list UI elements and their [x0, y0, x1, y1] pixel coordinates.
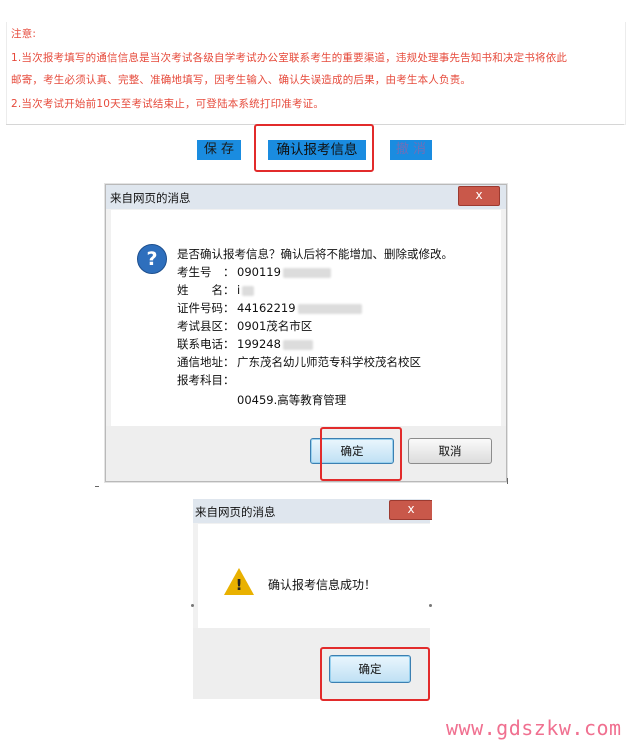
- field-row: 联系电话： 199248: [177, 336, 313, 352]
- notice-line-1: 1.当次报考填写的通信信息是当次考试各级自学考试办公室联系考生的重要渠道，违规处…: [11, 52, 568, 64]
- field-value: 44162219: [237, 301, 296, 315]
- field-label: 考试县区：: [177, 319, 235, 333]
- close-icon[interactable]: x: [458, 186, 500, 206]
- corner-mark: [507, 478, 508, 484]
- notice-title: 注意:: [11, 28, 37, 40]
- success-message: 确认报考信息成功！: [268, 578, 377, 592]
- field-value: i: [237, 283, 241, 297]
- edge-dot: [191, 604, 194, 607]
- dialog-title: 来自网页的消息: [110, 191, 191, 205]
- cancel-button[interactable]: 取消: [408, 438, 492, 464]
- question-icon: ?: [137, 244, 167, 274]
- site-watermark: www.gdszkw.com: [446, 716, 622, 740]
- field-row: 姓 名： i: [177, 282, 255, 298]
- notice-line-2: 邮寄，考生必须认真、完整、准确地填写，因考生输入、确认失误造成的后果，由考生本人…: [11, 74, 472, 86]
- edge-dot: [429, 604, 432, 607]
- field-label: 通信地址：: [177, 355, 235, 369]
- field-value: 090119: [237, 265, 281, 279]
- subject-value: 00459.高等教育管理: [237, 393, 347, 407]
- field-row: 考试县区： 0901茂名市区: [177, 318, 312, 334]
- highlight-box-ok: [320, 427, 402, 481]
- field-row: 通信地址： 广东茂名幼儿师范专科学校茂名校区: [177, 354, 421, 370]
- close-icon[interactable]: x: [389, 500, 432, 520]
- redacted-blur: [297, 303, 362, 314]
- field-label: 证件号码：: [177, 301, 235, 315]
- field-row: 证件号码： 44162219: [177, 300, 362, 316]
- dialog-question: 是否确认报考信息？确认后将不能增加、删除或修改。: [177, 247, 453, 261]
- redacted-blur: [282, 339, 313, 350]
- field-row: 报考科目：: [177, 372, 237, 388]
- revoke-button[interactable]: 撤 消: [390, 140, 432, 160]
- notice-line-3: 2.当次考试开始前10天至考试结束止，可登陆本系统打印准考证。: [11, 98, 325, 110]
- field-label: 报考科目：: [177, 373, 235, 387]
- redacted-blur: [242, 285, 255, 296]
- field-value: 广东茂名幼儿师范专科学校茂名校区: [237, 355, 421, 369]
- dialog-title: 来自网页的消息: [195, 505, 276, 519]
- field-row: 考生号 ： 090119: [177, 264, 331, 280]
- dialog-titlebar: 来自网页的消息 x: [106, 185, 506, 209]
- field-value: 0901茂名市区: [237, 319, 313, 333]
- field-value: 199248: [237, 337, 281, 351]
- dialog-body: ? 是否确认报考信息？确认后将不能增加、删除或修改。 考生号 ： 090119 姓…: [111, 210, 501, 426]
- corner-mark: [95, 486, 99, 487]
- notice-panel: 注意: 1.当次报考填写的通信信息是当次考试各级自学考试办公室联系考生的重要渠道…: [6, 22, 626, 125]
- field-label: 考生号 ：: [177, 265, 235, 279]
- warning-icon-mark: !: [235, 576, 243, 594]
- dialog-body: ! 确认报考信息成功！: [198, 524, 430, 628]
- save-button[interactable]: 保 存: [197, 140, 241, 160]
- dialog-footer: 确定 取消: [106, 426, 506, 481]
- redacted-blur: [282, 267, 331, 278]
- confirm-dialog: 来自网页的消息 x ? 是否确认报考信息？确认后将不能增加、删除或修改。 考生号…: [105, 184, 507, 482]
- dialog-titlebar: 来自网页的消息 x: [193, 499, 432, 523]
- field-label: 姓 名：: [177, 283, 235, 297]
- highlight-box-ok-2: [320, 647, 430, 701]
- highlight-box-confirm: [254, 124, 374, 172]
- field-label: 联系电话：: [177, 337, 235, 351]
